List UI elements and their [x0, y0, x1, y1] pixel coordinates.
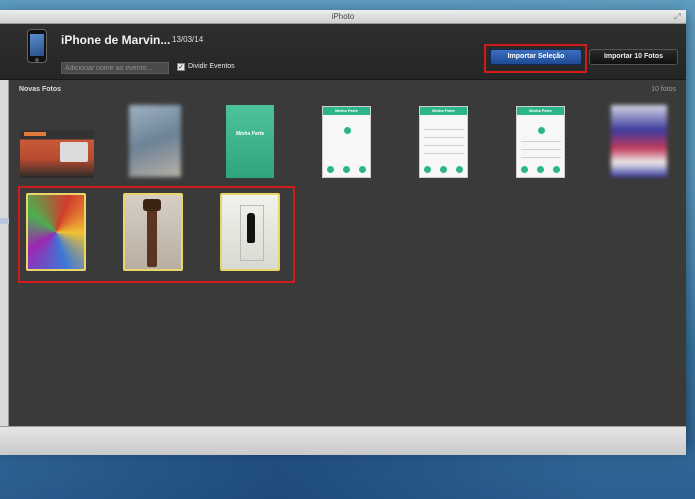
photo-thumbnail[interactable]: Minha Parte [516, 106, 565, 178]
photo-thumbnail[interactable]: Minha Parte [226, 105, 274, 178]
iphoto-window: iPhoto ⤢ iPhone de Marvin... 13/03/14 ✓ … [0, 10, 686, 455]
photo-count: 10 fotos [651, 86, 676, 93]
device-name: iPhone de Marvin... [61, 33, 171, 47]
photo-thumbnail[interactable]: Minha Parte [419, 106, 468, 178]
app-title: Minha Parte [420, 107, 467, 115]
split-events-checkbox[interactable]: ✓ [177, 63, 185, 71]
section-title: Novas Fotos [19, 86, 62, 93]
import-all-button[interactable]: Importar 10 Fotos [589, 49, 678, 65]
event-name-input[interactable] [61, 62, 169, 74]
photo-thumbnail[interactable] [20, 130, 94, 178]
window-titlebar: iPhoto ⤢ [0, 10, 686, 24]
iphone-device-icon [27, 29, 47, 63]
window-title: iPhoto [331, 12, 355, 21]
left-sidebar-edge [0, 80, 9, 426]
app-splash-title: Minha Parte [235, 131, 265, 137]
device-date: 13/03/14 [172, 35, 204, 44]
bottom-toolbar [0, 426, 686, 455]
photo-thumbnail[interactable] [611, 105, 667, 177]
split-events-label: Dividir Eventos [188, 63, 235, 70]
app-title: Minha Parte [517, 107, 564, 115]
fullscreen-icon[interactable]: ⤢ [673, 12, 682, 21]
annotation-highlight-selected-photos [18, 186, 295, 283]
photo-thumbnail[interactable] [129, 105, 181, 177]
annotation-highlight-import-button [484, 44, 587, 73]
app-title: Minha Parte [323, 107, 370, 115]
photo-thumbnail[interactable]: Minha Parte [322, 106, 371, 178]
